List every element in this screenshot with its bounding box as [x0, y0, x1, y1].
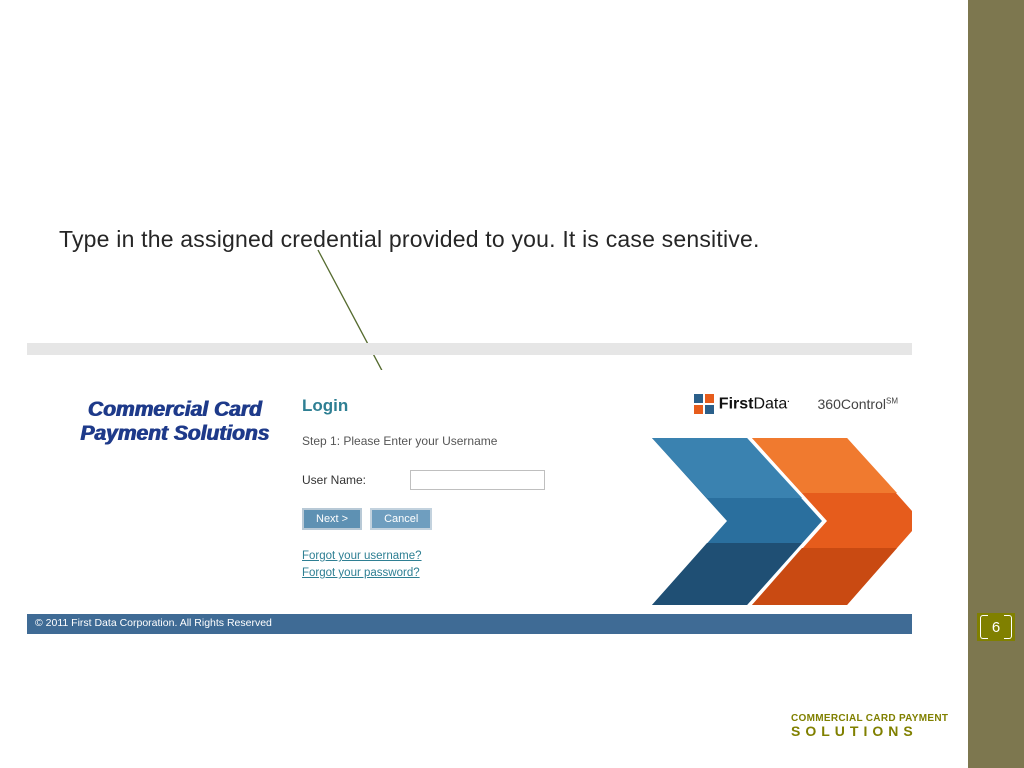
next-button[interactable]: Next > — [302, 508, 362, 530]
chevron-graphic — [652, 433, 912, 608]
cancel-button[interactable]: Cancel — [370, 508, 432, 530]
first-data-logo: FirstData. — [694, 394, 790, 414]
first-data-icon — [694, 394, 714, 414]
login-heading: Login — [302, 396, 582, 416]
ccps-line2: Payment Solutions — [67, 422, 282, 446]
page-number-badge: 6 — [977, 613, 1015, 641]
forgot-username-link[interactable]: Forgot your username? — [302, 550, 422, 562]
footer-brand-l2: SOLUTIONS — [791, 725, 971, 738]
forgot-password-link[interactable]: Forgot your password? — [302, 567, 420, 579]
fd-bold: First — [719, 395, 754, 412]
copyright-bar: © 2011 First Data Corporation. All Right… — [27, 614, 912, 634]
username-input[interactable] — [410, 470, 545, 490]
login-form: Login Step 1: Please Enter your Username… — [302, 396, 582, 582]
username-label: User Name: — [302, 473, 410, 487]
right-logo-group: FirstData. 360ControlSM — [694, 394, 898, 414]
fd-thin: Data — [753, 395, 787, 412]
login-panel: Commercial Card Payment Solutions Login … — [27, 370, 912, 605]
footer-brand: COMMERCIAL CARD PAYMENT SOLUTIONS — [791, 712, 971, 738]
instruction-text: Type in the assigned credential provided… — [59, 226, 760, 253]
ccps-line1: Commercial Card — [67, 398, 282, 422]
360control-label: 360ControlSM — [818, 396, 899, 412]
ccps-logo: Commercial Card Payment Solutions — [67, 398, 282, 446]
login-step-text: Step 1: Please Enter your Username — [302, 434, 582, 448]
page-number: 6 — [992, 619, 1000, 636]
panel-top-band — [27, 343, 912, 355]
slide-side-bar — [968, 0, 1024, 768]
